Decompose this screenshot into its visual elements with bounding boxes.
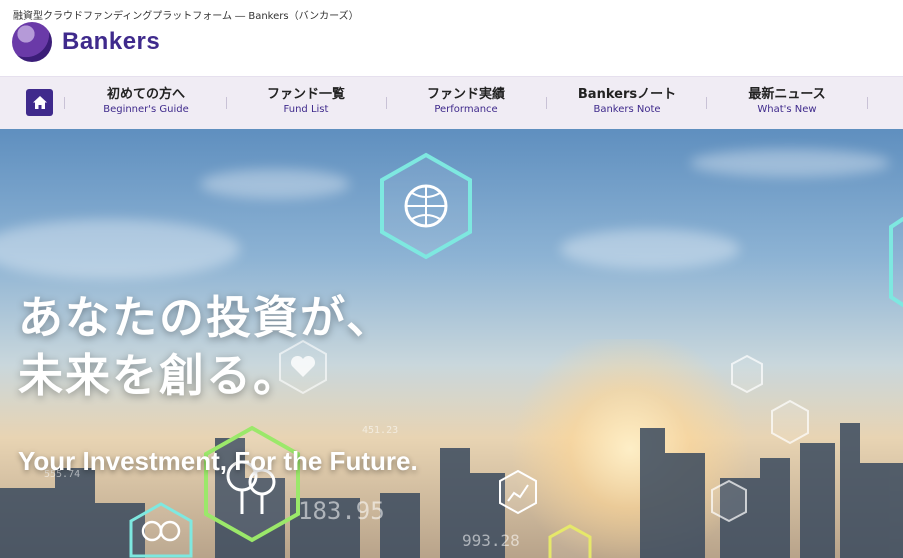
nav-sublabel: Performance xyxy=(434,104,498,115)
data-number: 993.28 xyxy=(462,531,520,550)
nav-sublabel: What's New xyxy=(757,104,817,115)
hero-headline-line1: あなたの投資が、 xyxy=(18,291,394,344)
cloud xyxy=(200,169,350,199)
nav-item-fund-list[interactable]: ファンド一覧 Fund List xyxy=(226,87,386,117)
bankers-logo-mark xyxy=(12,22,52,62)
home-button[interactable] xyxy=(26,89,53,116)
main-nav: 初めての方へ Beginner's Guide ファンド一覧 Fund List… xyxy=(0,76,903,130)
data-number: 183.95 xyxy=(298,497,385,525)
nav-item-bankers-note[interactable]: Bankersノート Bankers Note xyxy=(547,87,707,117)
home-icon xyxy=(32,96,47,109)
logo-text: Bankers xyxy=(62,28,161,55)
tree-hex-icon xyxy=(204,425,300,543)
nav-label: 初めての方へ xyxy=(106,87,185,102)
nav-sublabel: Beginner's Guide xyxy=(103,104,189,115)
document-hex-icon xyxy=(711,479,747,523)
nav-label: Bankersノート xyxy=(577,87,677,102)
cloud xyxy=(0,219,240,279)
nav-item-performance[interactable]: ファンド実績 Performance xyxy=(386,87,546,117)
trees-hex-icon xyxy=(129,502,193,558)
nav-label: 最新ニュース xyxy=(748,87,826,102)
nav-item-beginners-guide[interactable]: 初めての方へ Beginner's Guide xyxy=(66,87,226,117)
plant-hex-icon xyxy=(771,399,809,445)
hero-headline: あなたの投資が、 未来を創る。 xyxy=(18,289,393,405)
cloud xyxy=(690,149,890,177)
hero-headline-line2: 未来を創る。 xyxy=(18,349,301,402)
globe-leaf-hex-icon xyxy=(380,152,472,260)
hero-banner: 183.95 993.28 555.74 451.23 あなたの投資が、 未来を… xyxy=(0,129,903,558)
nav-item-whats-new[interactable]: 最新ニュース What's New xyxy=(707,87,867,117)
data-number: 451.23 xyxy=(362,425,399,436)
nav-separator xyxy=(64,97,65,109)
nav-label: ファンド一覧 xyxy=(266,87,345,102)
recycle-hex-icon xyxy=(731,354,763,394)
site-logo[interactable]: Bankers xyxy=(12,22,160,62)
nav-label: ファンド実績 xyxy=(426,87,505,102)
hero-subheadline: Your Investment, For the Future. xyxy=(18,446,418,476)
hex-outline-right xyxy=(889,217,903,307)
nav-sublabel: Bankers Note xyxy=(593,104,661,115)
site-tagline: 融資型クラウドファンディングプラットフォーム ― Bankers（バンカーズ） xyxy=(13,11,359,22)
nav-sublabel: Fund List xyxy=(283,104,329,115)
cloud xyxy=(560,229,740,269)
utensils-hex-icon xyxy=(548,524,592,558)
nav-separator xyxy=(867,97,868,109)
chart-hex-icon xyxy=(499,469,537,515)
